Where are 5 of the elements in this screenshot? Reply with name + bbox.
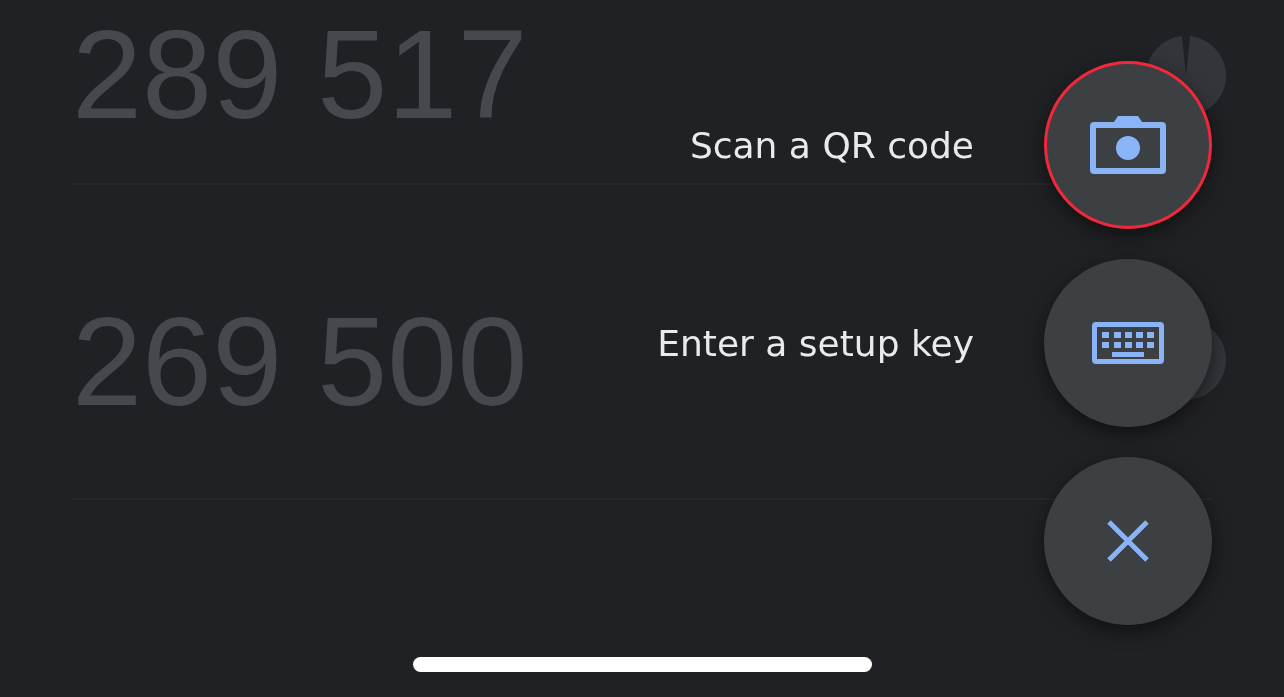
camera-icon [1090, 116, 1166, 174]
close-icon [1106, 519, 1150, 563]
keyboard-icon [1092, 322, 1164, 364]
menu-label: Enter a setup key [657, 322, 974, 364]
menu-label: Scan a QR code [689, 124, 974, 166]
